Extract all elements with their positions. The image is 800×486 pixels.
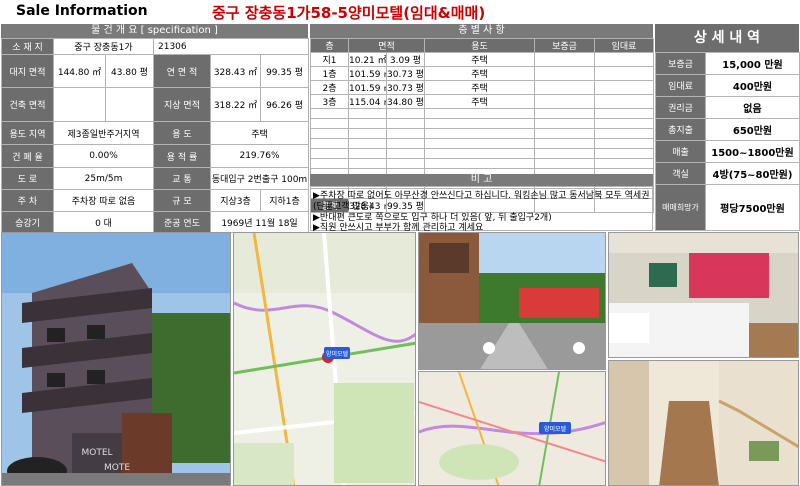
detail-value-rooms: 4방(75~80만원): [705, 162, 800, 185]
overview-section-title: 물 건 개 요 [ specification ]: [1, 24, 308, 38]
floors-col-deposit: 보증금: [534, 38, 595, 53]
building-photo: MOTEL MOTE: [1, 232, 231, 486]
value-land-area-py: 43.80 평: [105, 54, 154, 88]
label-scale: 규 모: [153, 189, 211, 212]
floor-row-floor: 3층: [310, 94, 349, 109]
detail-value-price: 평당7500만원: [705, 184, 800, 231]
value-far: 219.76%: [209, 144, 310, 168]
motel-sign-text: MOTEL: [81, 448, 112, 458]
floor-row-use: 주택: [424, 80, 535, 95]
label-building-area: 건축 면적: [1, 87, 54, 122]
location-map: 양미모텔: [233, 232, 416, 486]
details-table: 보증금 15,000 만원 임대료 400만원 권리금 없음 총지출 650만원 매출 1…: [655, 52, 800, 231]
label-use: 용 도: [153, 121, 211, 145]
floors-col-rent: 임대료: [594, 38, 654, 53]
value-ground-area-py: 96.26 평: [259, 87, 310, 122]
street-view-photo: [418, 232, 606, 370]
details-title: 상 세 내 역: [655, 24, 799, 52]
label-built-year: 준공 연도: [153, 211, 211, 233]
floors-section-title: 층 별 사 항: [310, 24, 653, 38]
floors-col-area: 면적: [348, 38, 425, 53]
detail-label-deposit: 보증금: [655, 52, 706, 75]
label-address: 소 재 지: [1, 38, 54, 55]
label-land-area: 대지 면적: [1, 54, 54, 88]
remarks-box: ▶주차장 따로 없어도 아무산경 안쓰신다고 하십니다. 워킹손님 많고 동서남…: [310, 186, 653, 233]
label-floor-area: 연 면 적: [153, 54, 211, 88]
detail-label-price: 매매희망가: [655, 184, 706, 231]
value-building-area-m2: [53, 87, 106, 122]
floor-row-area-py: 34.80 평: [386, 94, 425, 109]
detail-label-rooms: 객실: [655, 162, 706, 185]
floor-row-area-m2: 101.59 ㎡: [348, 66, 387, 81]
label-elevator: 승강기: [1, 211, 54, 233]
detail-value-deposit: 15,000 만원: [705, 52, 800, 75]
detail-value-rent: 400만원: [705, 74, 800, 97]
floor-row-area-py: 30.73 평: [386, 66, 425, 81]
floor-row-area-py: 30.73 평: [386, 80, 425, 95]
label-ground-area: 지상 면적: [153, 87, 211, 122]
value-building-area-py: [105, 87, 154, 122]
detail-value-premium: 없음: [705, 96, 800, 119]
stairway-photo: [608, 360, 799, 486]
detail-value-sales: 1500~1800만원: [705, 140, 800, 163]
overview-table: 소 재 지 중구 장충동1가 21306 대지 면적 144.80 ㎡ 43.8…: [1, 38, 310, 233]
value-land-area-m2: 144.80 ㎡: [53, 54, 106, 88]
value-floor-area-m2: 328.43 ㎡: [210, 54, 261, 88]
value-built-year: 1969년 11월 18일: [209, 211, 310, 233]
detail-label-sales: 매출: [655, 140, 706, 163]
district-map: 양미모텔: [418, 371, 606, 486]
page-header: Sale Information 중구 장충동1가58-5양미모텔(임대&매매): [0, 0, 800, 24]
value-road: 25m/5m: [53, 167, 154, 190]
value-address: 중구 장충동1가: [53, 38, 154, 55]
detail-label-expense: 총지출: [655, 118, 706, 141]
value-parking: 주차장 따로 없음: [53, 189, 154, 212]
label-parking: 주 차: [1, 189, 54, 212]
remarks-title: 비 고: [310, 174, 653, 186]
floor-row-use: 주택: [424, 94, 535, 109]
label-far: 용 적 률: [153, 144, 211, 168]
detail-label-rent: 임대료: [655, 74, 706, 97]
property-title: 중구 장충동1가58-5양미모텔(임대&매매): [212, 4, 486, 22]
floors-col-floor: 층: [310, 38, 349, 53]
label-zoning: 용도 지역: [1, 121, 54, 145]
label-coverage: 건 폐 율: [1, 144, 54, 168]
floor-row-floor: 2층: [310, 80, 349, 95]
floor-row-area-m2: 115.04 ㎡: [348, 94, 387, 109]
floors-col-use: 용도: [424, 38, 535, 53]
value-ground-area-m2: 318.22 ㎡: [210, 87, 261, 122]
value-transit: 동대입구 2번출구 100m: [209, 167, 310, 190]
label-road: 도 로: [1, 167, 54, 190]
value-elevator: 0 대: [53, 211, 154, 233]
floor-row-area-m2: 10.21 ㎡: [348, 52, 387, 67]
value-scale-below: 지하1층: [259, 189, 310, 212]
floor-row-use: 주택: [424, 66, 535, 81]
value-address-code: 21306: [152, 38, 310, 55]
floor-row-area-m2: 101.59 ㎡: [348, 80, 387, 95]
value-floor-area-py: 99.35 평: [259, 54, 310, 88]
floor-row-area-py: 3.09 평: [386, 52, 425, 67]
room-photo: [608, 232, 799, 358]
district-map-marker-label: 양미모텔: [544, 425, 567, 433]
value-coverage: 0.00%: [53, 144, 154, 168]
motel-sign-text-2: MOTE: [104, 463, 130, 473]
value-scale-above: 지상3층: [210, 189, 261, 212]
detail-label-premium: 권리금: [655, 96, 706, 119]
floor-row-floor: 지1: [310, 52, 349, 67]
page-title: Sale Information: [16, 3, 148, 19]
floor-row-use: 주택: [424, 52, 535, 67]
detail-value-expense: 650만원: [705, 118, 800, 141]
floor-row-floor: 1층: [310, 66, 349, 81]
label-transit: 교 통: [153, 167, 211, 190]
map-marker-label: 양미모텔: [326, 350, 349, 358]
value-use: 주택: [209, 121, 310, 145]
value-zoning: 제3종일반주거지역: [53, 121, 154, 145]
